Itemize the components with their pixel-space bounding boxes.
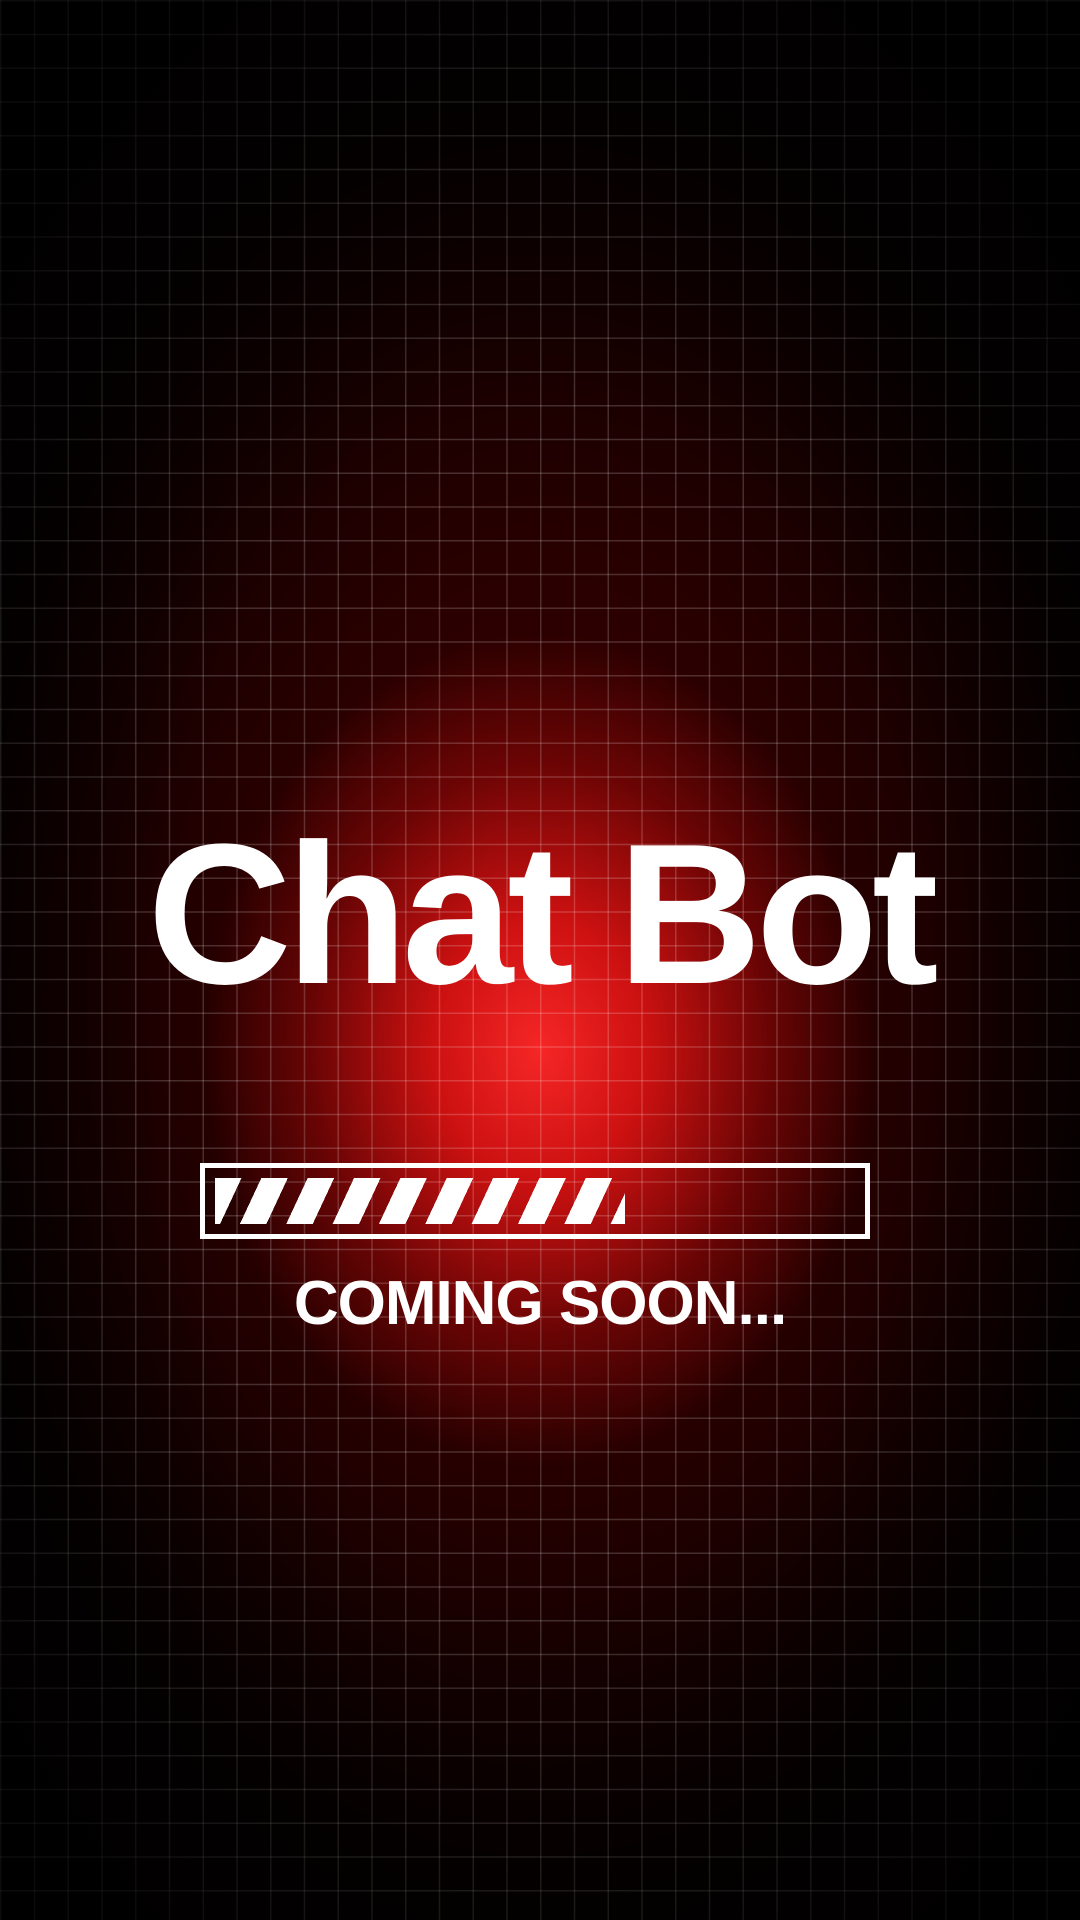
coming-soon-text: COMING SOON... xyxy=(293,1269,787,1338)
progress-bar-fill xyxy=(215,1178,625,1224)
coming-soon-poster: Chat Bot COMING SOON... xyxy=(0,0,1080,1920)
page-title: Chat Bot xyxy=(147,803,938,1026)
loading-progress-bar xyxy=(200,1163,870,1239)
